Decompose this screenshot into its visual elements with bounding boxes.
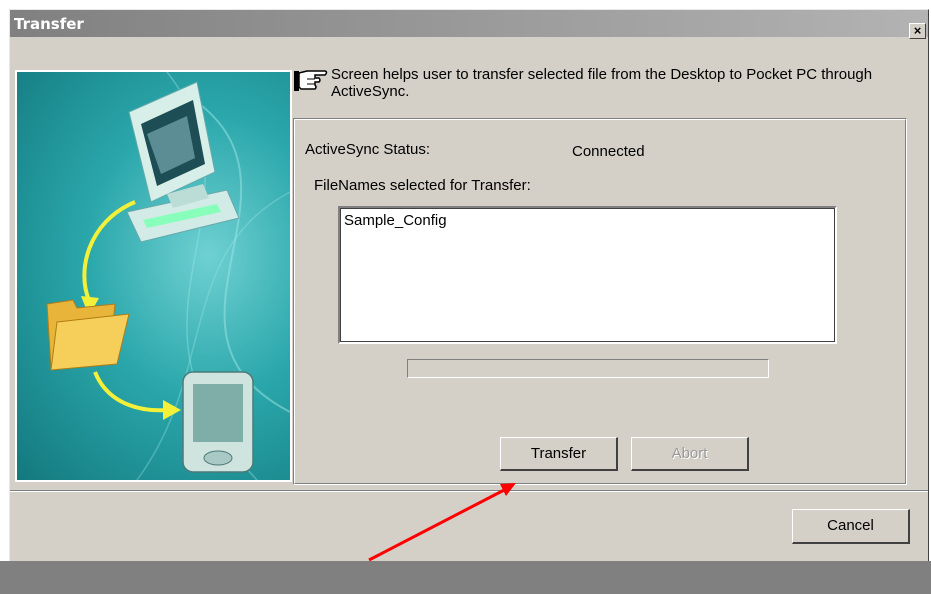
desktop-computer-icon (126, 81, 240, 243)
files-selected-label: FileNames selected for Transfer: (314, 177, 531, 194)
progress-bar (407, 359, 769, 378)
window-title: Transfer (14, 15, 84, 33)
abort-button[interactable]: Abort (631, 437, 749, 471)
pocket-pc-icon (182, 371, 254, 473)
transfer-button[interactable]: Transfer (500, 437, 618, 471)
file-list[interactable]: Sample_Config (338, 206, 837, 344)
activesync-status-label: ActiveSync Status: (305, 141, 431, 158)
taskbar-background (0, 561, 931, 594)
transfer-dialog: Transfer × Screen helps user to transfer… (9, 9, 929, 562)
transfer-group-box: ActiveSync Status: Connected FileNames s… (293, 118, 907, 485)
title-bar[interactable]: Transfer × (10, 10, 928, 39)
info-text: Screen helps user to transfer selected f… (331, 66, 873, 100)
cancel-button[interactable]: Cancel (792, 509, 910, 544)
info-row: Screen helps user to transfer selected f… (293, 65, 923, 105)
pointing-hand-icon (294, 70, 328, 91)
list-item[interactable]: Sample_Config (344, 212, 447, 229)
transfer-illustration (15, 70, 292, 482)
illustration-art (46, 72, 290, 480)
close-button[interactable]: × (909, 23, 926, 39)
divider (10, 490, 928, 492)
folder-icon (46, 299, 130, 371)
activesync-status-value: Connected (572, 143, 645, 160)
